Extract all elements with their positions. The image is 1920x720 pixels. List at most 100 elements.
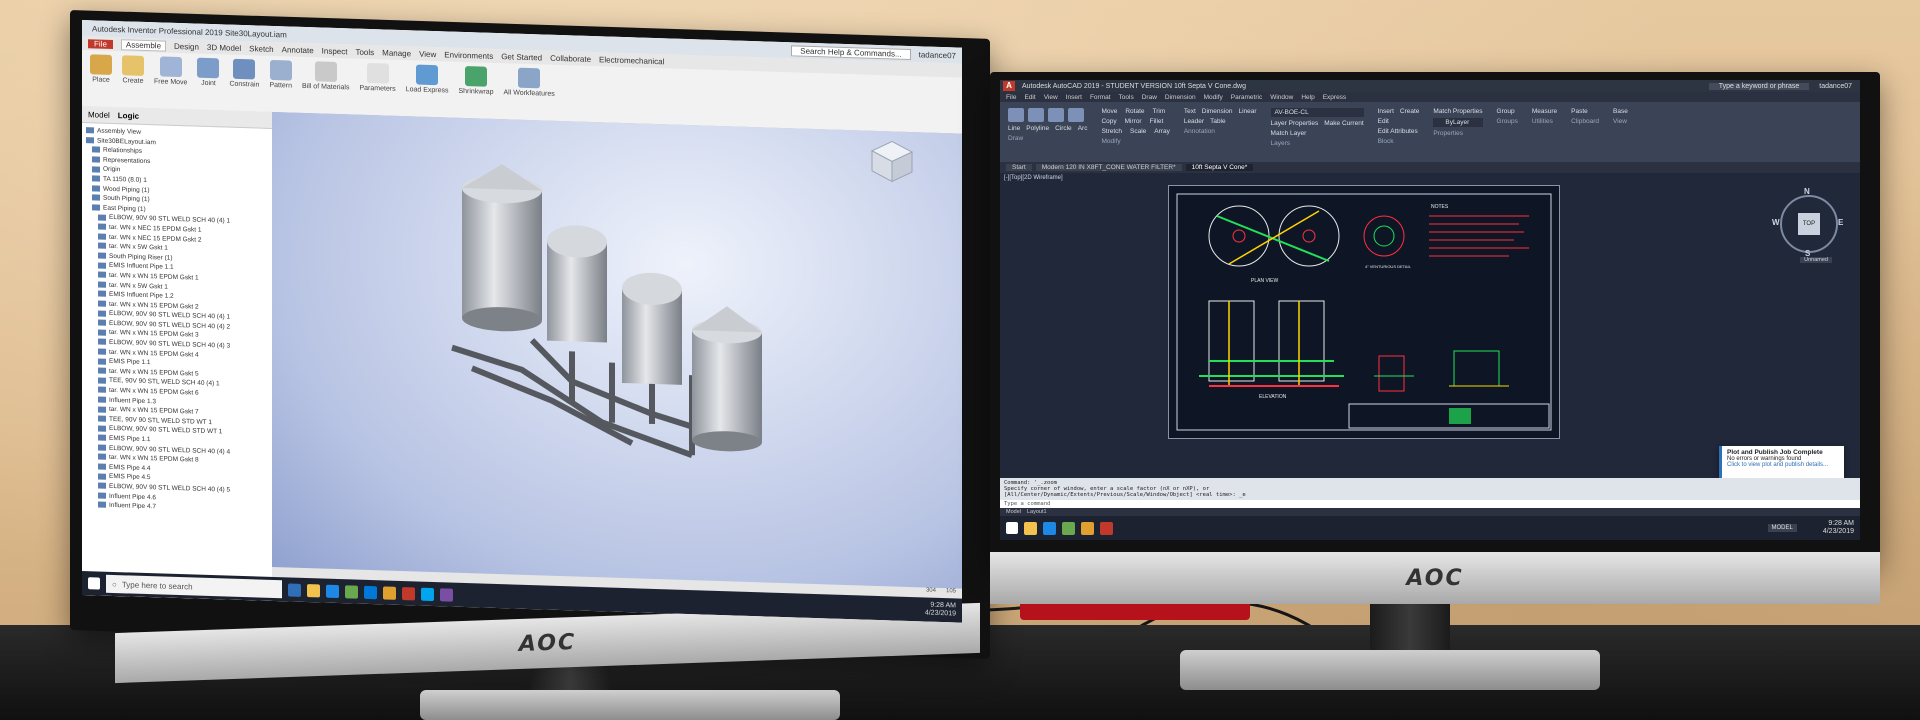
compass-west[interactable]: W bbox=[1772, 218, 1780, 227]
base-button[interactable]: Base bbox=[1613, 108, 1628, 115]
polyline-icon[interactable] bbox=[1028, 108, 1044, 122]
autocad-document-tabs: Start Modern 120 IN X8FT_CONE WATER FILT… bbox=[1000, 162, 1860, 173]
menu-item-insert[interactable]: Insert bbox=[1066, 94, 1082, 101]
measure-button[interactable]: Measure bbox=[1532, 108, 1557, 115]
menu-item-modify[interactable]: Modify bbox=[1204, 94, 1223, 101]
utilities-panel-label[interactable]: Utilities bbox=[1532, 118, 1557, 125]
menu-item-file[interactable]: File bbox=[1006, 94, 1016, 101]
leader-button[interactable]: Leader bbox=[1184, 118, 1204, 125]
current-layer-dropdown[interactable]: AV-BOE-CL bbox=[1270, 108, 1364, 117]
copy-button[interactable]: Copy bbox=[1101, 118, 1116, 125]
command-history: Command: '_.zoom Specify corner of windo… bbox=[1000, 478, 1860, 500]
label-plan-view: PLAN VIEW bbox=[1251, 278, 1279, 284]
ucs-dropdown[interactable]: Unnamed bbox=[1800, 257, 1832, 263]
viewcube-top[interactable]: TOP bbox=[1798, 213, 1820, 235]
circle-icon[interactable] bbox=[1048, 108, 1064, 122]
line-button[interactable]: Line bbox=[1008, 125, 1020, 132]
mirror-button[interactable]: Mirror bbox=[1125, 118, 1142, 125]
autocad-taskbar-icon[interactable] bbox=[1100, 521, 1113, 535]
compass-east[interactable]: E bbox=[1838, 218, 1843, 227]
compass-north[interactable]: N bbox=[1804, 187, 1810, 196]
doc-tab-modern-filter[interactable]: Modern 120 IN X8FT_CONE WATER FILTER* bbox=[1035, 164, 1182, 171]
polyline-button[interactable]: Polyline bbox=[1026, 125, 1049, 132]
array-button[interactable]: Array bbox=[1154, 128, 1170, 135]
text-button[interactable]: Text bbox=[1184, 108, 1196, 115]
menu-item-dimension[interactable]: Dimension bbox=[1165, 94, 1196, 101]
block-panel: Insert Create Edit Edit Attributes Block bbox=[1378, 108, 1420, 168]
circle-button[interactable]: Circle bbox=[1055, 125, 1072, 132]
autocad-viewcube[interactable]: TOP N S E W bbox=[1772, 187, 1843, 258]
table-button[interactable]: Table bbox=[1210, 118, 1226, 125]
insert-button[interactable]: Insert bbox=[1378, 108, 1394, 115]
layer-properties-button[interactable]: Layer Properties bbox=[1271, 120, 1319, 127]
edit-block-button[interactable]: Edit bbox=[1378, 118, 1420, 125]
annotation-panel-label[interactable]: Annotation bbox=[1184, 128, 1257, 135]
autocad-title: Autodesk AutoCAD 2019 - STUDENT VERSION … bbox=[1022, 82, 1246, 90]
arc-button[interactable]: Arc bbox=[1078, 125, 1088, 132]
plot-publish-notification[interactable]: Plot and Publish Job Complete No errors … bbox=[1719, 446, 1844, 482]
annotation-panel: Text Dimension Linear Leader Table Annot… bbox=[1184, 108, 1257, 168]
autocad-user[interactable]: tadance07 bbox=[1819, 83, 1860, 90]
menu-item-parametric[interactable]: Parametric bbox=[1231, 94, 1262, 101]
menu-item-edit[interactable]: Edit bbox=[1024, 94, 1035, 101]
move-button[interactable]: Move bbox=[1101, 108, 1117, 115]
layout-tab-layout1[interactable]: Layout1 bbox=[1027, 509, 1047, 515]
notification-link[interactable]: Click to view plot and publish details..… bbox=[1727, 462, 1839, 468]
layers-panel-label[interactable]: Layers bbox=[1271, 140, 1364, 147]
windows-start-icon[interactable] bbox=[1006, 522, 1018, 534]
make-current-button[interactable]: Make Current bbox=[1324, 120, 1363, 127]
file-explorer-icon[interactable] bbox=[1024, 521, 1037, 535]
linear-button[interactable]: Linear bbox=[1238, 108, 1256, 115]
draw-panel-label[interactable]: Draw bbox=[1008, 135, 1087, 142]
command-input[interactable]: Type a command bbox=[1000, 500, 1860, 508]
right-monitor-brand: AOC bbox=[1406, 565, 1464, 591]
utilities-panel: Measure Utilities bbox=[1532, 108, 1557, 168]
autocad-search[interactable]: Type a keyword or phrase bbox=[1708, 82, 1810, 90]
menu-item-draw[interactable]: Draw bbox=[1142, 94, 1157, 101]
groups-panel-label[interactable]: Groups bbox=[1497, 118, 1518, 125]
block-panel-label[interactable]: Block bbox=[1378, 138, 1420, 145]
autocad-drawing-area[interactable]: [-][Top][2D Wireframe] PLAN VIEW ELEVATI… bbox=[1000, 173, 1860, 482]
properties-panel-label[interactable]: Properties bbox=[1433, 130, 1482, 137]
layout-tab-model[interactable]: Model bbox=[1006, 509, 1021, 515]
menu-item-window[interactable]: Window bbox=[1270, 94, 1293, 101]
stretch-button[interactable]: Stretch bbox=[1101, 128, 1122, 135]
clipboard-panel-label[interactable]: Clipboard bbox=[1571, 118, 1599, 125]
edge-icon[interactable] bbox=[1043, 521, 1056, 535]
draw-panel: Line Polyline Circle Arc Draw bbox=[1008, 108, 1087, 168]
dimension-button[interactable]: Dimension bbox=[1202, 108, 1233, 115]
inventor-taskbar-icon[interactable] bbox=[1081, 521, 1094, 535]
fillet-button[interactable]: Fillet bbox=[1150, 118, 1164, 125]
edit-attributes-button[interactable]: Edit Attributes bbox=[1378, 128, 1420, 135]
scale-button[interactable]: Scale bbox=[1130, 128, 1146, 135]
create-block-button[interactable]: Create bbox=[1400, 108, 1420, 115]
viewport-controls[interactable]: [-][Top][2D Wireframe] bbox=[1004, 175, 1063, 181]
model-status[interactable]: MODEL bbox=[1767, 524, 1797, 532]
label-detail: 4" VENTURIOUS DETAIL bbox=[1365, 264, 1412, 269]
menu-item-format[interactable]: Format bbox=[1090, 94, 1111, 101]
match-properties-button[interactable]: Match Properties bbox=[1433, 108, 1482, 115]
label-elevation: ELEVATION bbox=[1259, 394, 1287, 400]
menu-item-help[interactable]: Help bbox=[1301, 94, 1314, 101]
group-button[interactable]: Group bbox=[1497, 108, 1518, 115]
label-notes: NOTES bbox=[1431, 204, 1449, 210]
store-icon[interactable] bbox=[1062, 521, 1075, 535]
line-icon[interactable] bbox=[1008, 108, 1024, 122]
match-layer-button[interactable]: Match Layer bbox=[1271, 130, 1364, 137]
doc-tab-start[interactable]: Start bbox=[1006, 164, 1032, 171]
rotate-button[interactable]: Rotate bbox=[1125, 108, 1144, 115]
cad-drawing: PLAN VIEW ELEVATION 4" VENTURIOUS DETAIL… bbox=[1176, 193, 1552, 431]
menu-item-tools[interactable]: Tools bbox=[1119, 94, 1134, 101]
menu-item-express[interactable]: Express bbox=[1323, 94, 1346, 101]
doc-tab-septa-cone[interactable]: 10ft Septa V Cone* bbox=[1185, 164, 1254, 171]
right-taskbar-clock[interactable]: 9:28 AM 4/23/2019 bbox=[1823, 520, 1860, 536]
groups-panel: Group Groups bbox=[1497, 108, 1518, 168]
bylayer-dropdown[interactable]: ByLayer bbox=[1433, 118, 1483, 127]
modify-panel-label[interactable]: Modify bbox=[1101, 138, 1169, 145]
arc-icon[interactable] bbox=[1068, 108, 1084, 122]
autocad-logo-icon[interactable]: A bbox=[1003, 81, 1015, 91]
trim-button[interactable]: Trim bbox=[1153, 108, 1166, 115]
view-panel-label[interactable]: View bbox=[1613, 118, 1628, 125]
menu-item-view[interactable]: View bbox=[1044, 94, 1058, 101]
paste-button[interactable]: Paste bbox=[1571, 108, 1599, 115]
